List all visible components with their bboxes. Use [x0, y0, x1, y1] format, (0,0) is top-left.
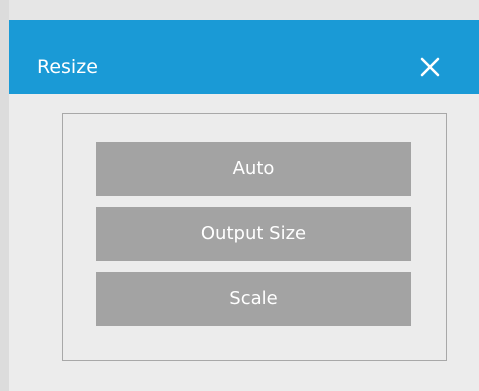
titlebar-top-strip [9, 0, 479, 20]
close-button[interactable] [413, 50, 447, 84]
close-icon [420, 57, 440, 77]
dialog-title: Resize [37, 56, 98, 78]
titlebar: Resize [9, 0, 479, 94]
titlebar-band: Resize [9, 20, 479, 94]
output-size-button[interactable]: Output Size [96, 207, 411, 261]
resize-dialog: Resize Auto Output Size Scale [9, 0, 479, 391]
auto-button[interactable]: Auto [96, 142, 411, 196]
resize-options-panel: Auto Output Size Scale [62, 113, 447, 361]
scale-button[interactable]: Scale [96, 272, 411, 326]
